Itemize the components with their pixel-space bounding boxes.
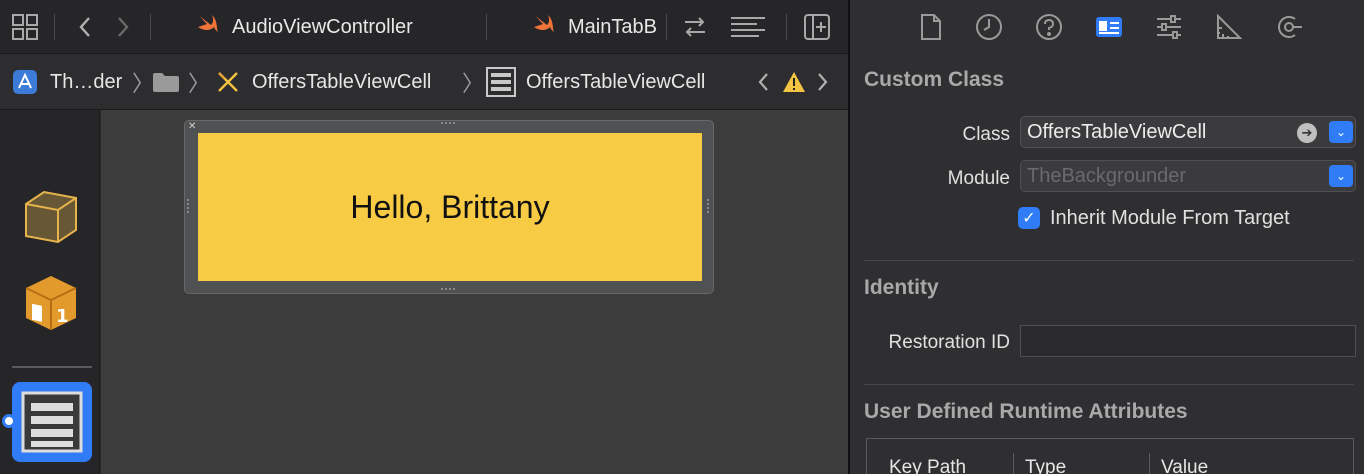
chevron-down-icon[interactable]: ⌄ (1329, 165, 1353, 187)
tab-divider (486, 14, 487, 40)
class-label: Class (962, 124, 1010, 145)
cell-frame[interactable]: ✕ Hello, Brittany (184, 120, 714, 294)
greeting-label[interactable]: Hello, Brittany (350, 189, 549, 226)
editor-tab-bar: AudioViewController MainTabB (0, 0, 848, 54)
section-divider (864, 384, 1354, 385)
tab-divider (666, 14, 667, 40)
custom-class-section-title: Custom Class (864, 68, 1005, 91)
column-divider (1149, 453, 1150, 474)
inherit-module-label[interactable]: Inherit Module From Target (1050, 207, 1290, 230)
inherit-module-checkbox[interactable]: ✓ (1018, 207, 1040, 229)
jump-bar: Th…der 〉 〉 OffersTableViewCell 〉 OffersT… (0, 54, 848, 110)
tab-label: AudioViewController (232, 15, 413, 38)
chevron-down-icon[interactable]: ⌄ (1329, 121, 1353, 143)
restoration-id-label: Restoration ID (888, 332, 1010, 353)
table-cell-icon[interactable] (486, 54, 516, 110)
identity-section-title: Identity (864, 276, 939, 299)
class-value[interactable]: OffersTableViewCell (1027, 121, 1206, 144)
tab-main-tab-bar[interactable]: MainTabB (532, 0, 666, 54)
resize-handle-left[interactable] (187, 199, 191, 213)
section-divider (864, 260, 1354, 261)
next-issue-icon[interactable] (816, 54, 830, 110)
inspector-selector-bar (850, 0, 1364, 54)
column-type[interactable]: Type (1025, 457, 1066, 474)
resize-handle-bottom[interactable] (441, 288, 455, 292)
inspector-panel: Custom Class Class OffersTableViewCell ➔… (850, 0, 1364, 474)
breadcrumb-project[interactable]: Th…der (50, 54, 122, 110)
selection-indicator (2, 414, 16, 428)
tab-label: MainTabB (568, 15, 657, 38)
close-scene-icon[interactable]: ✕ (188, 121, 196, 132)
first-responder-cube-icon[interactable] (22, 188, 80, 251)
size-inspector-icon[interactable] (1214, 12, 1244, 42)
class-combo-box[interactable]: OffersTableViewCell ➔ ⌄ (1020, 116, 1356, 148)
resize-handle-right[interactable] (707, 199, 711, 213)
forward-arrow-icon[interactable] (108, 12, 138, 42)
resize-handle-top[interactable] (441, 122, 455, 126)
swift-file-icon (532, 13, 556, 41)
svg-text:1: 1 (56, 306, 69, 327)
storyboard-tools-icon[interactable] (216, 54, 240, 110)
swift-file-icon (196, 13, 220, 41)
folder-icon[interactable] (152, 54, 180, 110)
table-cell-icon (21, 391, 83, 453)
warning-icon[interactable] (782, 54, 806, 110)
files-owner-cube-icon[interactable]: 1 (24, 274, 78, 337)
document-outline-strip: 1 (0, 110, 100, 474)
tab-audio-view-controller[interactable]: AudioViewController (196, 0, 413, 54)
column-divider (1013, 453, 1014, 474)
toolbar-divider (54, 14, 55, 40)
identity-inspector-icon[interactable] (1094, 12, 1124, 42)
add-editor-icon[interactable] (802, 12, 832, 42)
breadcrumb-chevron-icon: 〉 (188, 71, 211, 96)
connections-inspector-icon[interactable] (1274, 12, 1304, 42)
offers-table-view-cell[interactable]: Hello, Brittany (198, 133, 702, 281)
previous-issue-icon[interactable] (756, 54, 770, 110)
breadcrumb-chevron-icon: 〉 (132, 71, 155, 96)
column-key-path[interactable]: Key Path (889, 457, 966, 474)
breadcrumb-cell[interactable]: OffersTableViewCell (526, 54, 705, 110)
outline-divider (12, 366, 92, 368)
module-combo-box[interactable]: TheBackgrounder ⌄ (1020, 160, 1356, 192)
swap-arrows-icon[interactable] (680, 12, 710, 42)
module-label: Module (947, 168, 1010, 189)
toolbar-divider (786, 14, 787, 40)
quick-help-icon[interactable] (1034, 12, 1064, 42)
restoration-id-input[interactable] (1020, 325, 1356, 357)
breadcrumb-xib-file[interactable]: OffersTableViewCell (252, 54, 431, 110)
toolbar-divider (150, 14, 151, 40)
column-value[interactable]: Value (1161, 457, 1208, 474)
editor-area: AudioViewController MainTabB Th…der 〉 〉 … (0, 0, 848, 474)
module-placeholder[interactable]: TheBackgrounder (1027, 165, 1186, 188)
runtime-attributes-section-title: User Defined Runtime Attributes (864, 400, 1188, 423)
runtime-attributes-table[interactable]: Key Path Type Value (866, 438, 1354, 474)
file-inspector-icon[interactable] (916, 12, 946, 42)
project-icon[interactable] (12, 54, 38, 110)
related-items-grid-icon[interactable] (10, 12, 40, 42)
table-view-cell-object[interactable] (12, 382, 92, 462)
history-inspector-icon[interactable] (974, 12, 1004, 42)
editor-options-lines-icon[interactable] (728, 12, 768, 42)
go-to-class-arrow-icon[interactable]: ➔ (1297, 123, 1317, 143)
interface-builder-canvas[interactable]: ✕ Hello, Brittany (101, 110, 848, 474)
breadcrumb-chevron-icon: 〉 (462, 71, 485, 96)
attributes-inspector-icon[interactable] (1154, 12, 1184, 42)
back-arrow-icon[interactable] (70, 12, 100, 42)
